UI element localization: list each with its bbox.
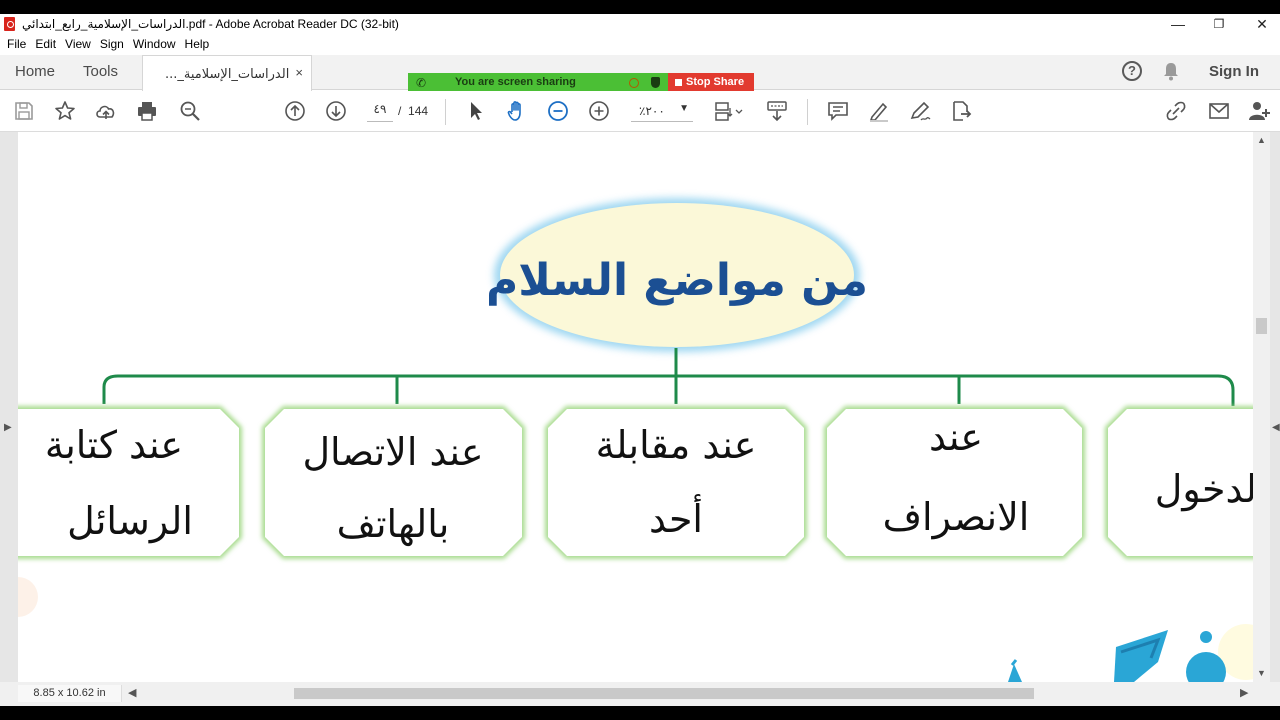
diagram-connectors — [102, 348, 1235, 406]
zoom-out-icon[interactable] — [546, 99, 570, 123]
hand-tool-icon[interactable] — [505, 99, 529, 123]
shield-icon — [651, 77, 660, 88]
sign-pen-icon[interactable] — [908, 99, 932, 123]
box-3-line-2: أحد — [649, 494, 703, 541]
toolbar-divider — [445, 99, 446, 125]
highlight-pen-icon[interactable] — [867, 99, 891, 123]
left-panel-toggle-icon[interactable]: ▶ — [4, 422, 12, 433]
tab-home[interactable]: Home — [15, 63, 55, 80]
menu-bar: File Edit View Sign Window Help — [0, 36, 211, 54]
minimize-button[interactable]: — — [1156, 14, 1200, 35]
screen-share-text: You are screen sharing — [455, 76, 576, 88]
menu-window[interactable]: Window — [133, 36, 176, 54]
zoom-in-icon[interactable] — [587, 99, 611, 123]
box-5-line-1: لدخول — [1155, 467, 1253, 512]
page-size-label: 8.85 x 10.62 in — [18, 685, 122, 702]
page-display-icon[interactable] — [713, 99, 745, 123]
mind-map-diagram: من مواضع السلام عند كتابة الرسائل عند ال… — [18, 198, 1253, 682]
title-bar: الدراسات_الإسلامية_رابع_ابتدائي.pdf - Ad… — [0, 14, 1280, 35]
page-separator: / — [398, 104, 402, 118]
next-page-icon[interactable] — [324, 99, 348, 123]
stop-share-label: Stop Share — [686, 76, 745, 88]
box-3-line-1: عند مقابلة — [596, 423, 757, 467]
document-tab-title: الدراسات_الإسلامية_... — [165, 67, 290, 82]
phone-icon: ✆ — [416, 76, 427, 90]
select-cursor-icon[interactable] — [464, 99, 488, 123]
tab-tools[interactable]: Tools — [83, 63, 118, 80]
previous-page-icon[interactable] — [283, 99, 307, 123]
email-icon[interactable] — [1207, 99, 1231, 123]
menu-file[interactable]: File — [7, 36, 26, 54]
stop-icon — [675, 79, 682, 86]
maximize-button[interactable]: ❐ — [1197, 14, 1241, 35]
bookmark-star-icon[interactable] — [53, 99, 77, 123]
box-leaving: عند الانصراف — [824, 406, 1085, 559]
scroll-up-icon[interactable]: ▲ — [1257, 135, 1266, 145]
pdf-file-icon — [4, 17, 15, 31]
decorative-letters — [1008, 630, 1226, 682]
box-1-line-2: الرسائل — [67, 499, 193, 544]
box-entering: لدخول — [1105, 406, 1253, 559]
menu-help[interactable]: Help — [185, 36, 210, 54]
scroll-right-icon[interactable]: ▶ — [1240, 686, 1248, 699]
chevron-down-icon: ▼ — [679, 103, 689, 114]
menu-edit[interactable]: Edit — [35, 36, 56, 54]
find-zoom-icon[interactable] — [178, 99, 202, 123]
screen-share-status: ✆ You are screen sharing — [408, 73, 668, 93]
page-number-input[interactable]: ٤٩ — [367, 102, 393, 122]
vertical-scroll-thumb[interactable] — [1256, 318, 1267, 334]
share-link-icon[interactable] — [1164, 99, 1188, 123]
scroll-mode-icon[interactable] — [765, 99, 789, 123]
close-window-button[interactable]: ✕ — [1240, 14, 1280, 35]
print-icon[interactable] — [135, 99, 159, 123]
save-icon[interactable] — [12, 99, 36, 123]
box-phone-call: عند الاتصال بالهاتف — [262, 406, 525, 559]
box-2-line-1: عند الاتصال — [302, 430, 483, 474]
close-tab-icon[interactable]: × — [295, 65, 303, 80]
decorative-circle — [18, 577, 38, 617]
zoom-level-value: ٢٠٠٪ — [639, 104, 665, 118]
cloud-upload-icon[interactable] — [94, 99, 118, 123]
stop-share-button[interactable]: Stop Share — [668, 73, 754, 93]
menu-view[interactable]: View — [65, 36, 91, 54]
scroll-left-icon[interactable]: ◀ — [128, 686, 136, 699]
add-user-icon[interactable] — [1247, 99, 1271, 123]
document-viewer: من مواضع السلام عند كتابة الرسائل عند ال… — [0, 132, 1280, 706]
notification-bell-icon[interactable] — [1162, 61, 1180, 81]
box-2-line-2: بالهاتف — [337, 502, 450, 547]
window-title: الدراسات_الإسلامية_رابع_ابتدائي.pdf - Ad… — [22, 17, 399, 31]
menu-sign[interactable]: Sign — [100, 36, 124, 54]
comment-icon[interactable] — [826, 99, 850, 123]
record-icon — [629, 78, 639, 88]
diagram-boxes: عند كتابة الرسائل عند الاتصال بالهاتف عن… — [18, 406, 1253, 559]
diagram-title: من مواضع السلام — [486, 255, 868, 306]
acrobat-window: الدراسات_الإسلامية_رابع_ابتدائي.pdf - Ad… — [0, 14, 1280, 706]
status-bar: 8.85 x 10.62 in ◀ ▶ — [0, 682, 1280, 706]
main-toolbar: ٤٩ / 144 ٢٠٠٪ ▼ — [0, 91, 1280, 132]
screen-share-bar: ✆ You are screen sharing Stop Share — [408, 73, 754, 93]
help-icon[interactable]: ? — [1122, 61, 1142, 81]
box-4-line-1: عند — [929, 415, 983, 459]
page-count: 144 — [408, 104, 429, 118]
zoom-level-dropdown[interactable]: ٢٠٠٪ ▼ — [631, 102, 693, 122]
share-document-icon[interactable] — [949, 99, 973, 123]
sign-in-button[interactable]: Sign In — [1209, 63, 1259, 80]
box-writing-letters: عند كتابة الرسائل — [18, 406, 242, 559]
box-meeting-someone: عند مقابلة أحد — [545, 406, 807, 559]
box-4-line-2: الانصراف — [883, 495, 1030, 540]
tab-document[interactable]: الدراسات_الإسلامية_... × — [142, 55, 312, 91]
toolbar-divider — [807, 99, 808, 125]
scroll-down-icon[interactable]: ▼ — [1257, 668, 1266, 678]
pdf-page[interactable]: من مواضع السلام عند كتابة الرسائل عند ال… — [18, 132, 1253, 682]
horizontal-scrollbar[interactable]: ◀ ▶ — [124, 685, 1254, 702]
right-panel-toggle-icon[interactable]: ◀ — [1272, 422, 1280, 433]
horizontal-scroll-thumb[interactable] — [294, 688, 1034, 699]
vertical-scrollbar[interactable]: ▲ ▼ — [1253, 132, 1270, 682]
page-total: / 144 — [398, 104, 428, 118]
box-1-line-1: عند كتابة — [45, 423, 183, 467]
